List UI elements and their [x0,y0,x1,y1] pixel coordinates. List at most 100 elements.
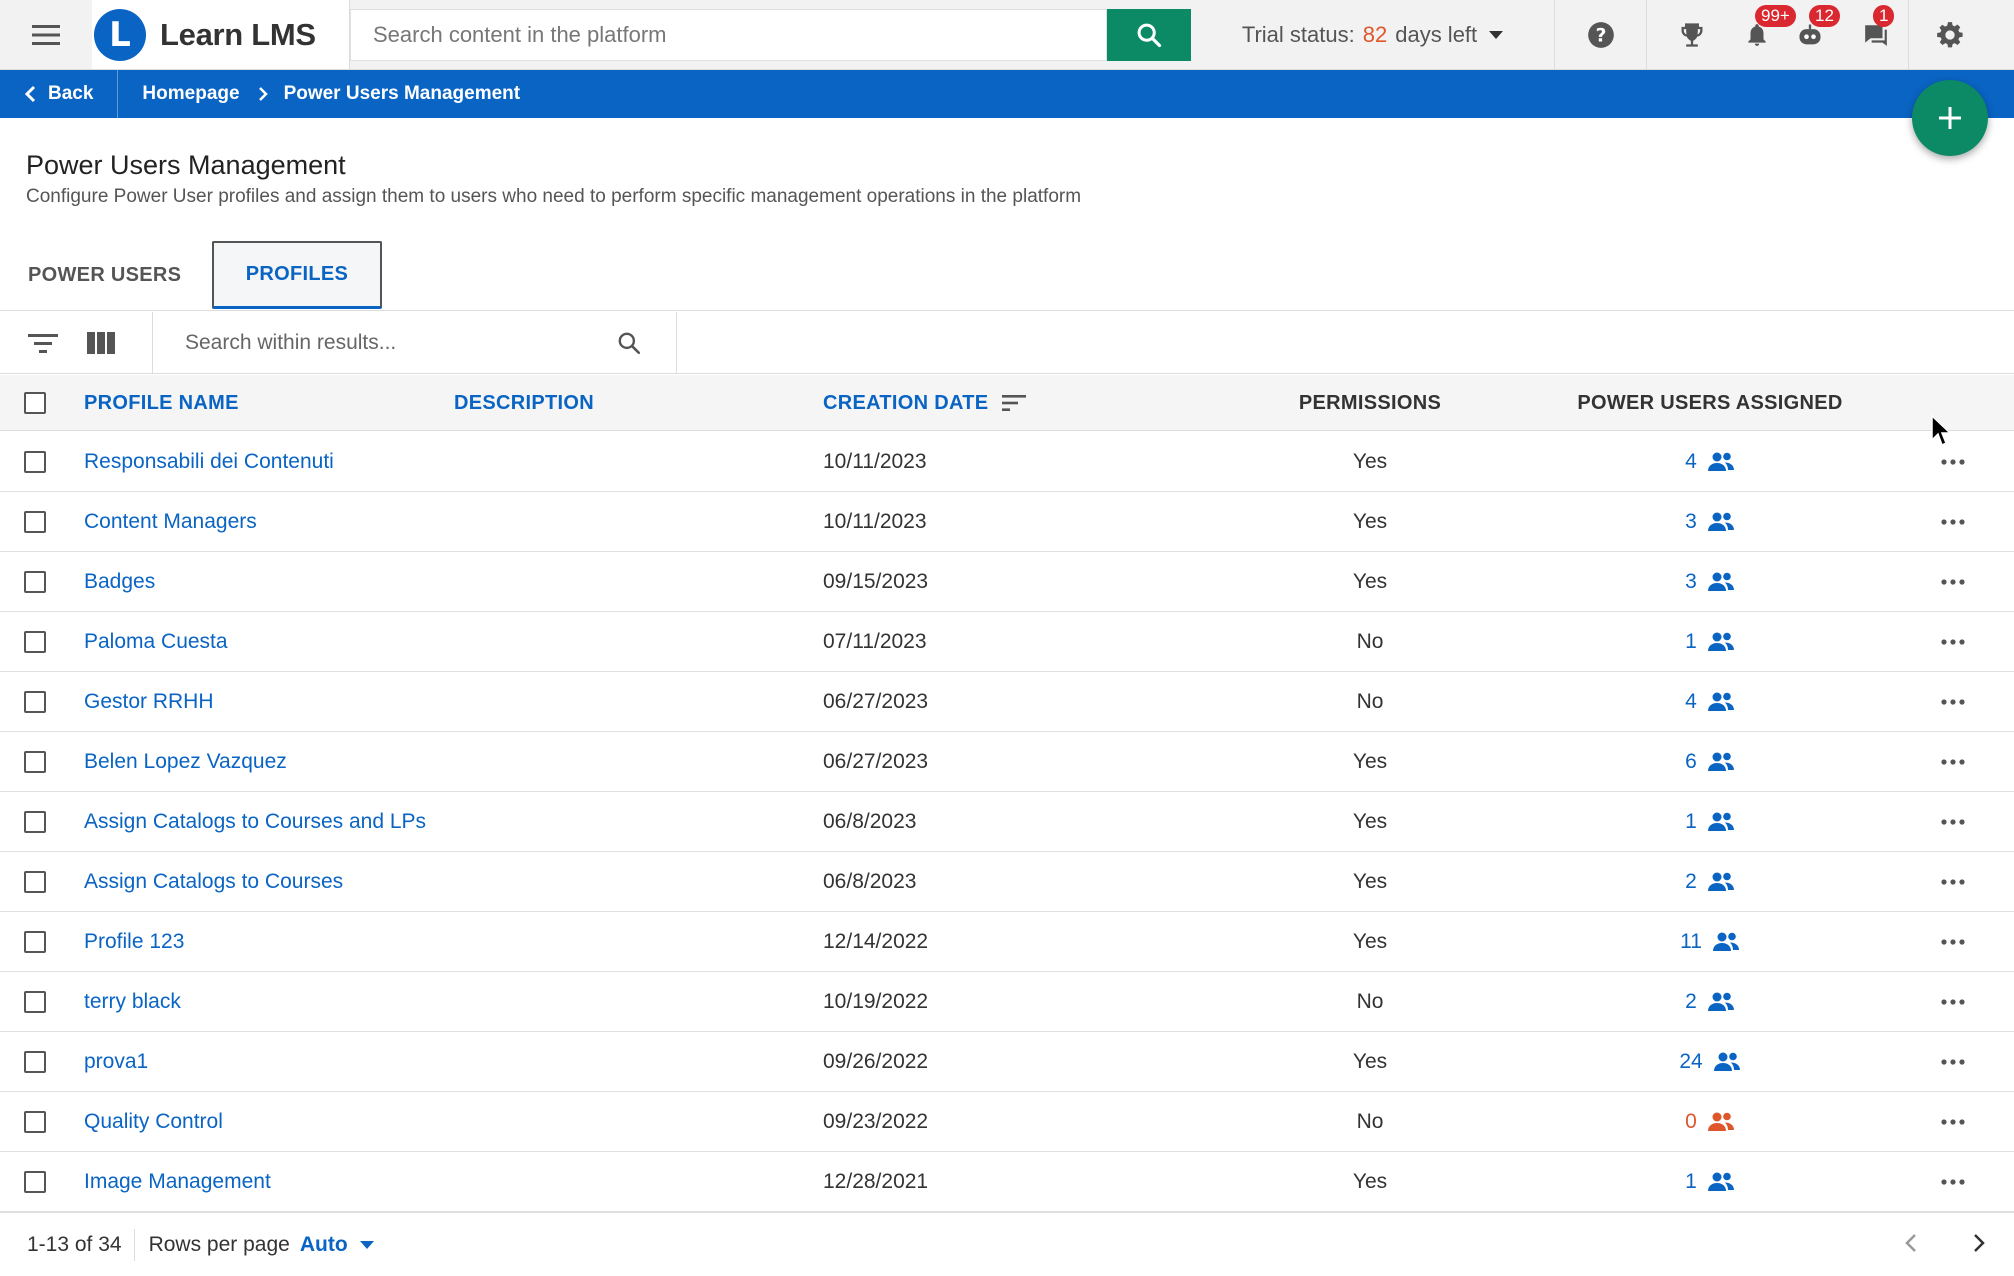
more-horizontal-icon[interactable] [1932,972,1974,1032]
rows-per-page-select[interactable]: Auto [300,1233,374,1257]
row-checkbox[interactable] [24,811,46,833]
robot-button[interactable]: 12 [1777,0,1843,69]
tab-power-users[interactable]: POWER USERS [28,239,181,311]
filter-button[interactable] [14,312,72,373]
more-horizontal-icon[interactable] [1932,1152,1974,1212]
row-checkbox[interactable] [24,991,46,1013]
profile-name-link[interactable]: terry black [84,972,181,1032]
power-users-assigned-link[interactable]: 11 [1640,912,1780,972]
column-profile-name[interactable]: PROFILE NAME [84,375,239,431]
plus-icon [1939,107,1961,129]
row-checkbox[interactable] [24,751,46,773]
global-search-button[interactable] [1107,8,1191,61]
creation-date: 06/27/2023 [823,690,929,713]
power-users-assigned-link[interactable]: 3 [1640,492,1780,552]
app-name: Learn LMS [160,16,316,52]
chevron-right-icon [240,86,268,102]
profile-name-link[interactable]: Responsabili dei Contenuti [84,432,334,492]
power-users-assigned-link[interactable]: 1 [1640,792,1780,852]
breadcrumb-current: Power Users Management [283,83,521,104]
more-horizontal-icon[interactable] [1932,612,1974,672]
back-button[interactable]: Back [0,70,119,118]
users-icon [1707,811,1735,833]
more-horizontal-icon[interactable] [1932,852,1974,912]
row-checkbox[interactable] [24,1171,46,1193]
pagination-range: 1-13 of 34 [0,1228,135,1261]
table-row: Image Management 12/28/2021 Yes 1 [0,1152,2014,1212]
permissions-value: Yes [1352,510,1388,533]
trophy-button[interactable] [1647,0,1737,69]
notifications-button[interactable]: 99+ [1737,0,1796,69]
power-users-assigned-link[interactable]: 1 [1640,612,1780,672]
power-users-assigned-link[interactable]: 2 [1640,852,1780,912]
more-horizontal-icon[interactable] [1932,552,1974,612]
power-users-assigned-link[interactable]: 4 [1640,672,1780,732]
row-checkbox[interactable] [24,691,46,713]
select-all-checkbox[interactable] [24,392,46,414]
column-description[interactable]: DESCRIPTION [454,375,594,431]
power-users-assigned-link[interactable]: 2 [1640,972,1780,1032]
add-profile-button[interactable] [1912,80,1988,156]
row-checkbox[interactable] [24,1111,46,1133]
row-checkbox[interactable] [24,1051,46,1073]
power-users-assigned-link[interactable]: 1 [1640,1152,1780,1212]
row-checkbox[interactable] [24,571,46,593]
chevron-down-icon [1489,30,1504,39]
profile-name-link[interactable]: Profile 123 [84,912,184,972]
row-checkbox[interactable] [24,631,46,653]
tab-profiles[interactable]: PROFILES [212,241,382,309]
previous-page-icon[interactable] [1904,1231,1918,1255]
power-users-assigned-link[interactable]: 6 [1640,732,1780,792]
help-button[interactable]: ? [1555,0,1647,69]
column-creation-date[interactable]: CREATION DATE [823,375,1027,431]
more-horizontal-icon[interactable] [1932,1092,1974,1152]
next-page-icon[interactable] [1972,1231,1986,1255]
more-horizontal-icon[interactable] [1932,492,1974,552]
users-icon [1707,691,1735,713]
profile-name-link[interactable]: Paloma Cuesta [84,612,228,672]
more-horizontal-icon[interactable] [1932,1032,1974,1092]
trial-label: Trial status: [1241,21,1355,47]
profile-name-link[interactable]: Badges [84,552,155,612]
profile-name-link[interactable]: Gestor RRHH [84,672,214,732]
power-users-assigned-link[interactable]: 3 [1640,552,1780,612]
breadcrumb-home[interactable]: Homepage [118,83,239,105]
search-icon[interactable] [616,330,642,356]
columns-button[interactable] [72,312,130,373]
profile-name-link[interactable]: Image Management [84,1152,271,1212]
power-users-count: 3 [1685,570,1697,593]
brand[interactable]: L Learn LMS [92,0,350,69]
users-icon [1712,931,1740,953]
profile-name-link[interactable]: Belen Lopez Vazquez [84,732,287,792]
permissions-value: Yes [1352,450,1388,473]
hamburger-menu-icon[interactable] [0,0,92,69]
more-horizontal-icon[interactable] [1932,792,1974,852]
table-toolbar [0,312,2014,374]
more-horizontal-icon[interactable] [1932,672,1974,732]
more-horizontal-icon[interactable] [1932,912,1974,972]
power-users-assigned-link[interactable]: 4 [1640,432,1780,492]
profile-name-link[interactable]: Quality Control [84,1092,223,1152]
row-checkbox[interactable] [24,451,46,473]
profile-name-link[interactable]: Assign Catalogs to Courses [84,852,343,912]
results-search-input[interactable] [153,312,676,373]
global-search-input[interactable] [350,8,1107,61]
table-row: Assign Catalogs to Courses and LPs 06/8/2… [0,792,2014,852]
rows-per-page-value: Auto [299,1232,348,1256]
row-checkbox[interactable] [24,511,46,533]
trial-status[interactable]: Trial status: 82 days left [1191,0,1555,69]
row-checkbox[interactable] [24,871,46,893]
power-users-count: 1 [1685,630,1697,653]
permissions-value: Yes [1352,570,1388,593]
power-users-assigned-link[interactable]: 0 [1640,1092,1780,1152]
more-horizontal-icon[interactable] [1932,732,1974,792]
chat-badge: 1 [1873,5,1895,27]
profile-name-link[interactable]: Content Managers [84,492,257,552]
settings-button[interactable] [1909,0,1991,69]
trial-days: 82 [1362,21,1388,47]
profile-name-link[interactable]: prova1 [84,1032,148,1092]
profile-name-link[interactable]: Assign Catalogs to Courses and LPs [84,792,426,852]
messages-button[interactable]: 1 [1843,0,1909,69]
power-users-assigned-link[interactable]: 24 [1640,1032,1780,1092]
row-checkbox[interactable] [24,931,46,953]
